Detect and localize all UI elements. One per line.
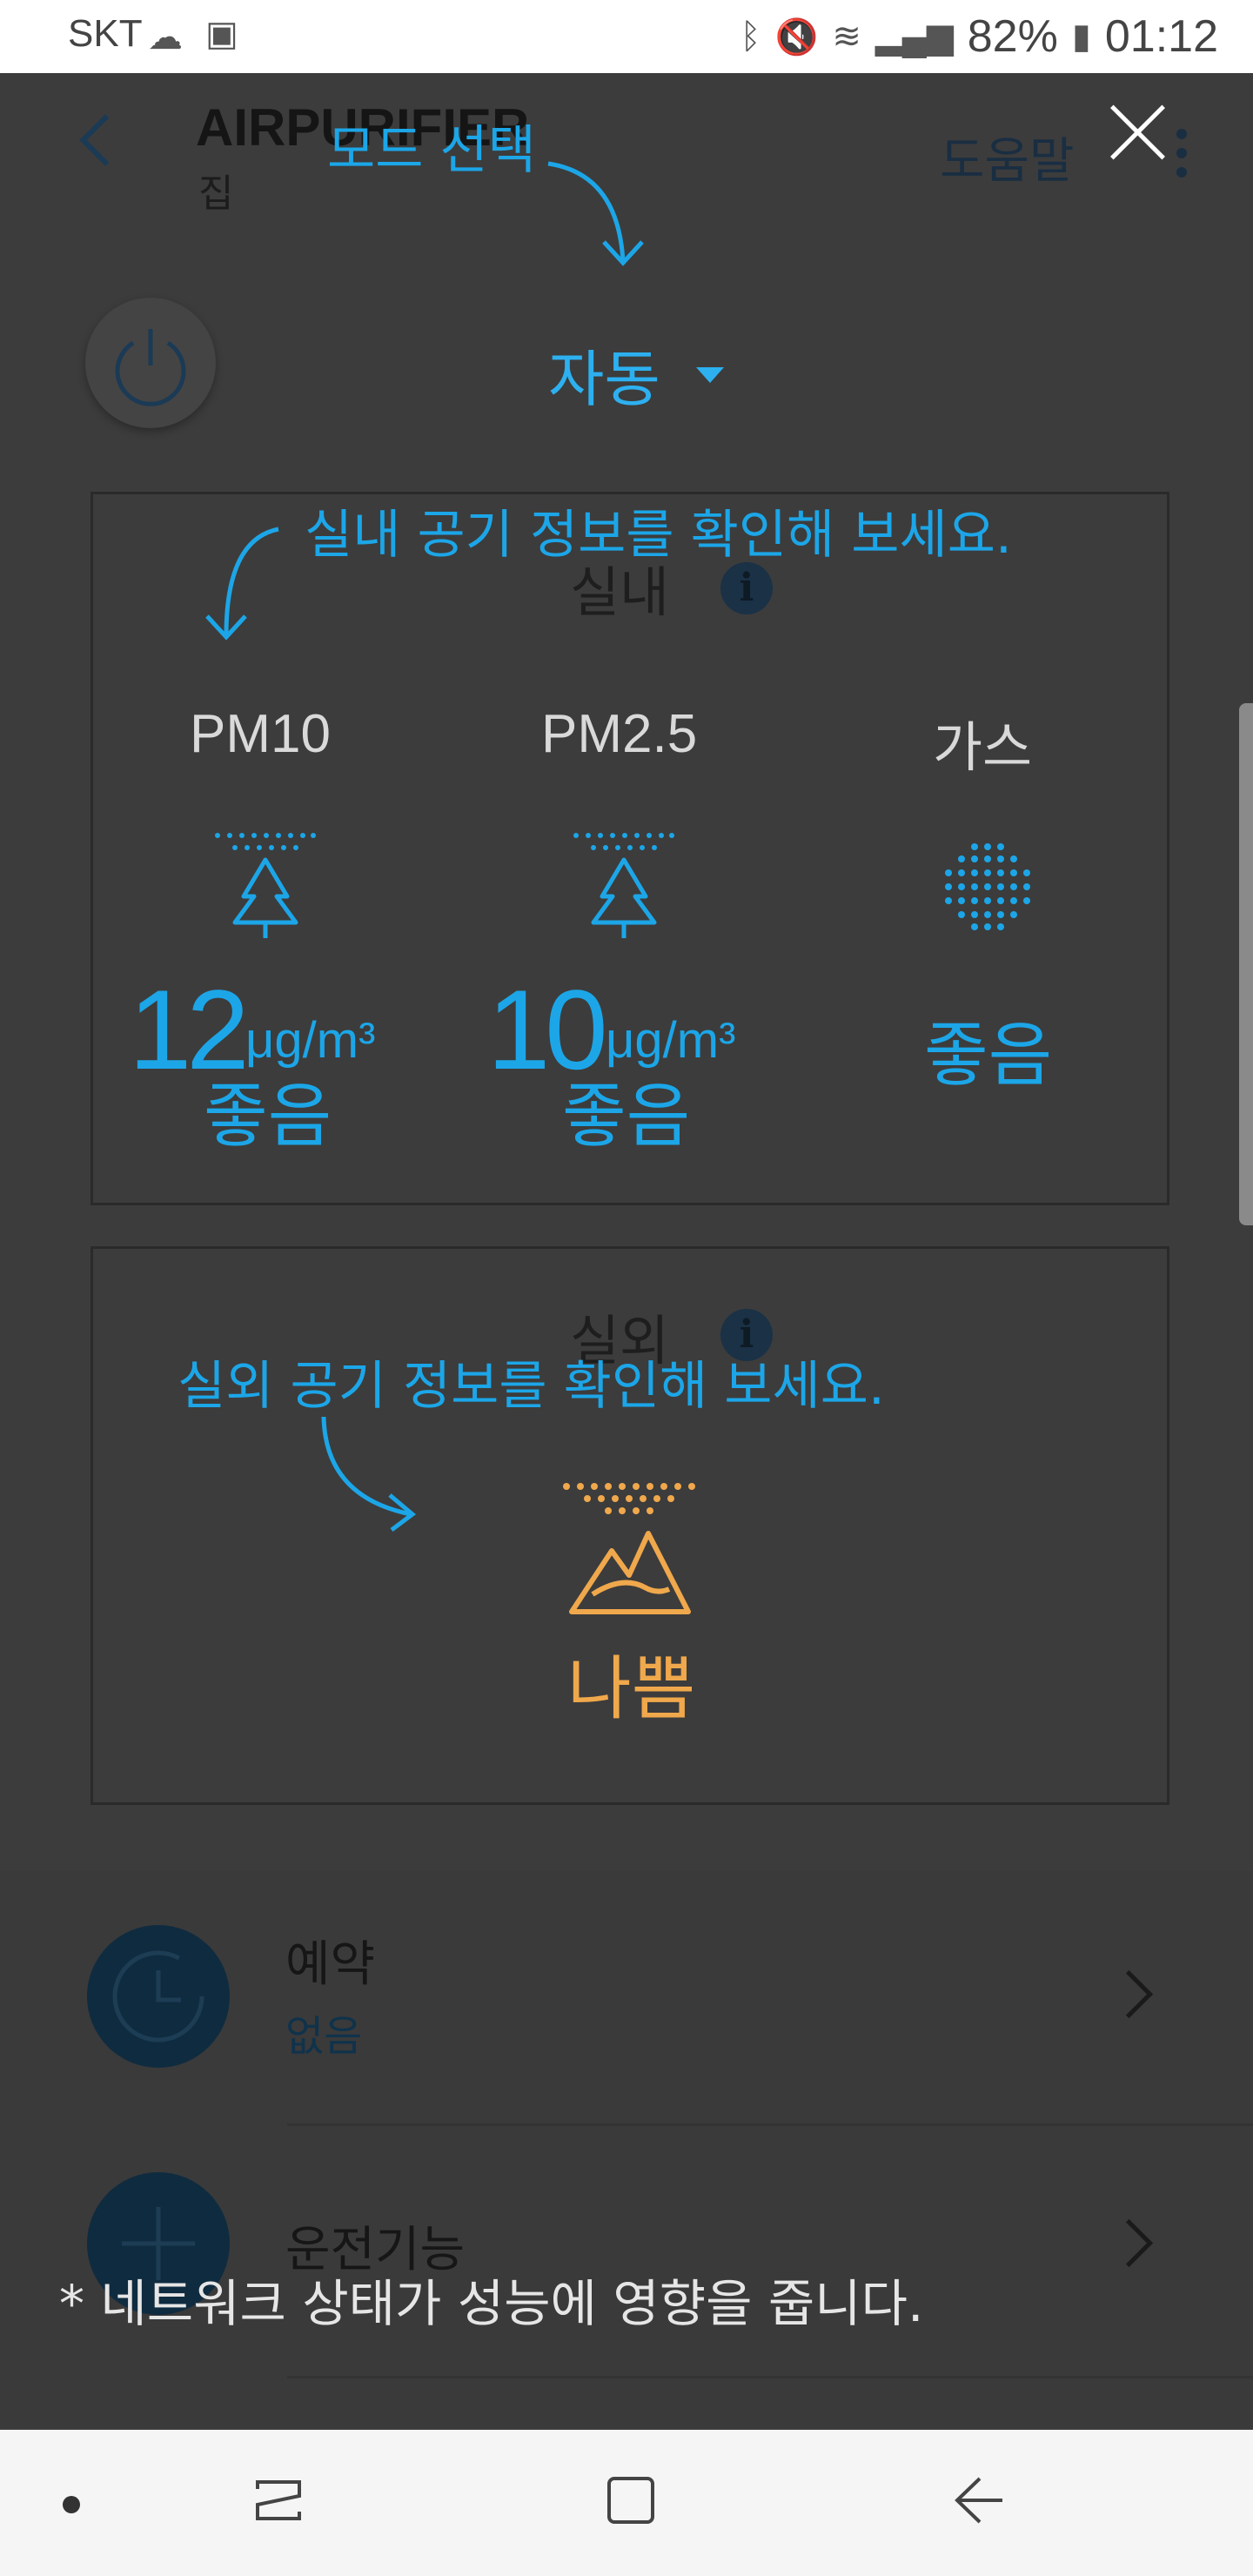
image-icon: ▣ (205, 15, 238, 53)
bluetooth-icon: ᛒ (740, 17, 761, 56)
home-icon[interactable] (600, 2470, 661, 2531)
help-button[interactable]: 도움말 (940, 122, 1075, 192)
divider (287, 2376, 1253, 2378)
gas-label: 가스 (933, 718, 1033, 778)
indoor-tip: 실내 공기 정보를 확인해 보세요. (305, 505, 1012, 566)
status-bar: SKT ☁ ▣ ᛒ 🔇 ≋ ▂▄▆ 82% ▮ 01:12 (0, 0, 1253, 73)
tree-icon (573, 833, 674, 938)
battery-icon: ▮ (1071, 17, 1091, 56)
signal-icon: ▂▄▆ (874, 17, 954, 56)
power-icon (115, 329, 186, 406)
arrow-icon (205, 527, 279, 641)
arrow-icon (547, 161, 644, 266)
arrow-icon (321, 1416, 417, 1532)
pm25-label: PM2.5 (541, 704, 698, 764)
battery-percent: 82% (967, 11, 1058, 62)
schedule-title: 예약 (285, 1936, 376, 1993)
nav-dot-icon[interactable] (63, 2496, 80, 2513)
power-button[interactable] (85, 298, 216, 428)
divider (287, 2123, 1253, 2126)
pm25-status: 좋음 (562, 1076, 691, 1157)
pm10-status: 좋음 (204, 1076, 332, 1157)
more-options-icon[interactable] (1176, 129, 1187, 186)
outdoor-tip: 실외 공기 정보를 확인해 보세요. (178, 1356, 885, 1417)
close-icon[interactable] (1109, 103, 1168, 162)
carrier-label: SKT (68, 12, 143, 55)
scrollbar[interactable] (1239, 703, 1253, 1225)
outdoor-status: 나쁨 (567, 1648, 696, 1729)
clock: 01:12 (1104, 11, 1218, 62)
pm10-label: PM10 (190, 704, 331, 764)
mountain-icon (563, 1483, 695, 1614)
caret-down-icon (696, 367, 724, 383)
recent-apps-icon[interactable] (251, 2470, 312, 2531)
device-location: 집 (198, 171, 234, 216)
indoor-info-icon[interactable]: i (720, 562, 773, 614)
network-footnote: * 네트워크 상태가 성능에 영향을 줍니다. (59, 2274, 924, 2333)
cloud-icon: ☁ (148, 18, 183, 57)
mute-icon: 🔇 (774, 17, 819, 57)
mode-dropdown[interactable]: 자동 (548, 331, 660, 419)
gas-status: 좋음 (924, 1015, 1053, 1096)
mode-select-tip: 모드 선택 (327, 120, 536, 181)
tree-icon (215, 833, 316, 938)
clock-icon (87, 1925, 230, 2068)
navigation-bar (0, 2430, 1253, 2576)
gas-icon (945, 843, 1030, 930)
wifi-icon: ≋ (832, 17, 861, 56)
schedule-value: 없음 (285, 2012, 363, 2061)
back-nav-icon[interactable] (948, 2470, 1009, 2531)
